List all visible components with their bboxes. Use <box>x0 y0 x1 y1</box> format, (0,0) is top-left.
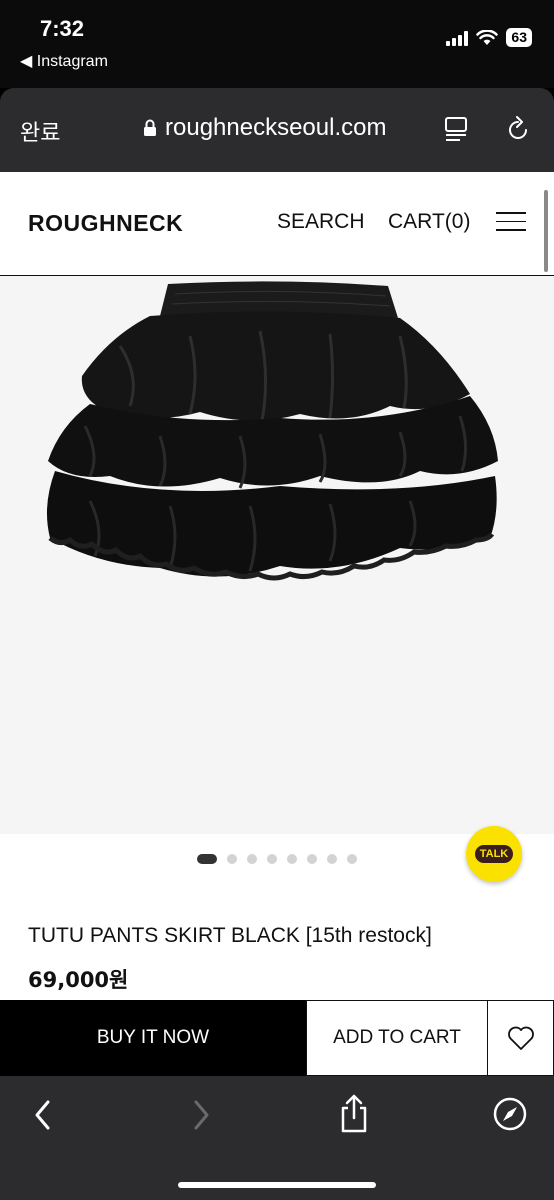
carousel-dot[interactable] <box>307 854 317 864</box>
purchase-action-bar: BUY IT NOW ADD TO CART <box>0 1000 554 1076</box>
carousel-dot[interactable] <box>197 854 217 864</box>
product-price: 69,000원 <box>28 968 129 992</box>
cellular-signal-icon <box>446 30 469 46</box>
product-image[interactable] <box>0 276 554 834</box>
kakao-talk-button[interactable]: TALK <box>466 826 522 882</box>
reader-icon[interactable] <box>444 116 468 142</box>
web-page: ROUGHNECK SEARCH CART(0) TALK TUTU PANTS… <box>0 172 554 1076</box>
product-name: TUTU PANTS SKIRT BLACK [15th restock] <box>28 924 432 947</box>
battery-indicator: 63 <box>506 28 532 47</box>
carousel-dot[interactable] <box>247 854 257 864</box>
forward-icon[interactable] <box>190 1098 212 1132</box>
carousel-dot[interactable] <box>347 854 357 864</box>
back-to-instagram[interactable]: ◀ Instagram <box>20 51 108 71</box>
nav-search-link[interactable]: SEARCH <box>277 210 365 234</box>
status-bar: 7:32 ◀ Instagram 63 <box>0 0 554 88</box>
carousel-dot[interactable] <box>327 854 337 864</box>
status-icons: 63 <box>446 28 532 47</box>
site-header: ROUGHNECK SEARCH CART(0) <box>0 172 554 276</box>
browser-url-bar: 완료 roughneckseoul.com <box>0 88 554 172</box>
wifi-icon <box>476 29 499 45</box>
home-indicator[interactable] <box>178 1182 376 1188</box>
buy-now-button[interactable]: BUY IT NOW <box>0 1000 306 1076</box>
menu-icon[interactable] <box>496 212 526 232</box>
site-logo[interactable]: ROUGHNECK <box>28 210 183 237</box>
heart-icon <box>507 1026 534 1050</box>
carousel-dot[interactable] <box>287 854 297 864</box>
skirt-illustration <box>46 281 498 581</box>
back-icon[interactable] <box>32 1098 54 1132</box>
done-button[interactable]: 완료 <box>20 115 60 147</box>
talk-label: TALK <box>474 845 514 863</box>
address-field[interactable]: roughneckseoul.com <box>143 114 386 142</box>
url-text: roughneckseoul.com <box>165 114 387 141</box>
reload-icon[interactable] <box>506 116 530 142</box>
status-time: 7:32 <box>40 16 85 41</box>
compass-icon[interactable] <box>492 1096 528 1132</box>
carousel-dot[interactable] <box>267 854 277 864</box>
wishlist-button[interactable] <box>488 1000 554 1076</box>
nav-cart-link[interactable]: CART(0) <box>388 210 470 234</box>
add-to-cart-button[interactable]: ADD TO CART <box>306 1000 488 1076</box>
share-icon[interactable] <box>338 1094 370 1134</box>
scrollbar[interactable] <box>544 190 548 272</box>
lock-icon <box>144 119 156 136</box>
carousel-dot[interactable] <box>227 854 237 864</box>
